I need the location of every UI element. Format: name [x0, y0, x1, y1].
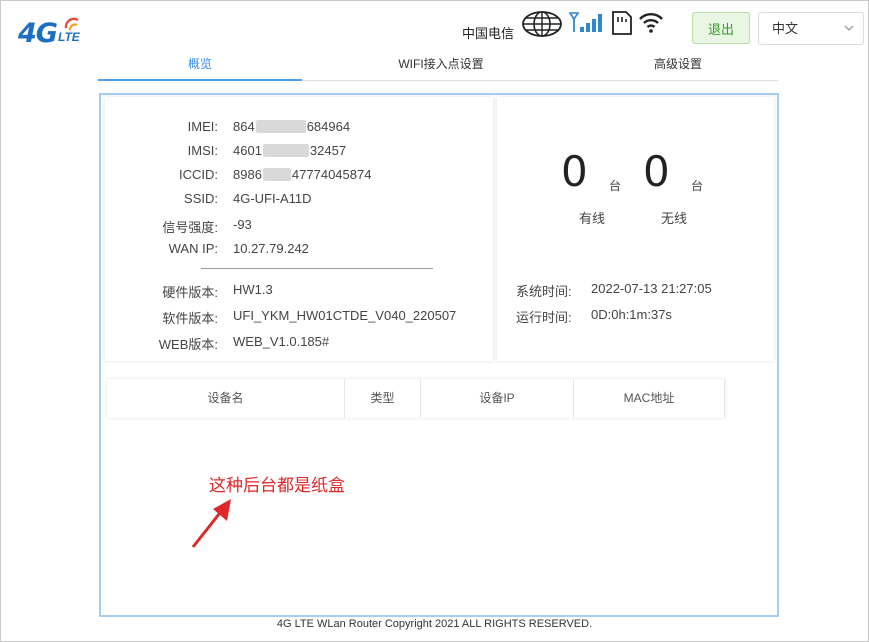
column-header-type[interactable]: 类型	[345, 379, 421, 418]
carrier-name: 中国电信	[462, 26, 515, 41]
logout-button[interactable]: 退出	[692, 12, 750, 44]
language-select[interactable]: 中文	[758, 12, 864, 45]
language-select-value: 中文	[772, 21, 799, 36]
logo-lte-text: LTE	[58, 30, 80, 44]
software-label: 软件版本:	[162, 311, 218, 326]
ssid-value: 4G-UFI-A11D	[233, 191, 312, 206]
wireless-unit: 台	[691, 179, 704, 193]
wired-label: 有线	[579, 211, 606, 226]
signal-label: 信号强度:	[162, 220, 218, 235]
imsi-value: 4601 32457	[233, 143, 347, 158]
uptime-value: 0D:0h:1m:37s	[591, 307, 672, 322]
main-tabs: 概览 WIFI接入点设置 高级设置	[98, 52, 778, 81]
web-label: WEB版本:	[158, 337, 218, 352]
software-value: UFI_YKM_HW01CTDE_V040_220507	[233, 308, 457, 323]
column-header-device-name[interactable]: 设备名	[107, 379, 345, 418]
iccid-label: ICCID:	[179, 167, 218, 182]
signal-value: -93	[233, 217, 252, 232]
hardware-value: HW1.3	[233, 282, 273, 297]
chevron-down-icon	[844, 25, 854, 31]
device-info-card: IMEI: 864 684964 IMSI: 4601 32457 ICCID: 8…	[105, 97, 493, 361]
globe-icon	[522, 11, 562, 37]
masked-segment	[262, 168, 291, 181]
wireless-label: 无线	[661, 211, 688, 226]
system-time-value: 2022-07-13 21:27:05	[591, 281, 712, 296]
masked-segment	[262, 144, 309, 157]
imsi-label: IMSI:	[187, 143, 218, 158]
info-divider	[201, 268, 433, 269]
uptime-label: 运行时间:	[516, 310, 572, 325]
logo-4g-text: 4G	[18, 18, 58, 49]
wan-ip-value: 10.27.79.242	[233, 241, 309, 256]
overview-panel: IMEI: 864 684964 IMSI: 4601 32457 ICCID: 8…	[99, 93, 779, 617]
column-header-device-ip[interactable]: 设备IP	[421, 379, 574, 418]
ssid-label: SSID:	[184, 191, 218, 206]
hardware-label: 硬件版本:	[162, 285, 218, 300]
footer-copyright: 4G LTE WLan Router Copyright 2021 ALL RI…	[276, 618, 593, 630]
web-value: WEB_V1.0.185#	[233, 334, 330, 349]
device-table-header: 设备名 类型 设备IP MAC地址	[107, 379, 725, 418]
column-header-mac-address[interactable]: MAC地址	[574, 379, 725, 418]
tab-wifi-settings[interactable]: WIFI接入点设置	[376, 52, 506, 79]
wired-count: 0	[561, 147, 588, 196]
masked-segment	[255, 120, 306, 133]
imei-value: 864 684964	[233, 119, 351, 134]
tab-overview[interactable]: 概览	[98, 52, 302, 81]
annotation-text: 这种后台都是纸盒	[209, 476, 345, 495]
iccid-value: 8986 47774045874	[233, 167, 372, 182]
status-card: 0 台 0 台 有线 无线 系统时间: 2022-07-13 21:27:05 …	[497, 97, 774, 361]
tab-advanced-settings[interactable]: 高级设置	[618, 52, 738, 79]
wifi-icon	[639, 13, 663, 33]
system-time-label: 系统时间:	[516, 284, 572, 299]
signal-icon	[569, 12, 602, 32]
imei-label: IMEI:	[187, 119, 218, 134]
sim-card-icon	[612, 11, 632, 35]
annotation-arrow-icon	[191, 499, 231, 548]
wireless-count: 0	[643, 147, 670, 196]
wired-unit: 台	[609, 179, 622, 193]
wan-ip-label: WAN IP:	[168, 241, 218, 256]
